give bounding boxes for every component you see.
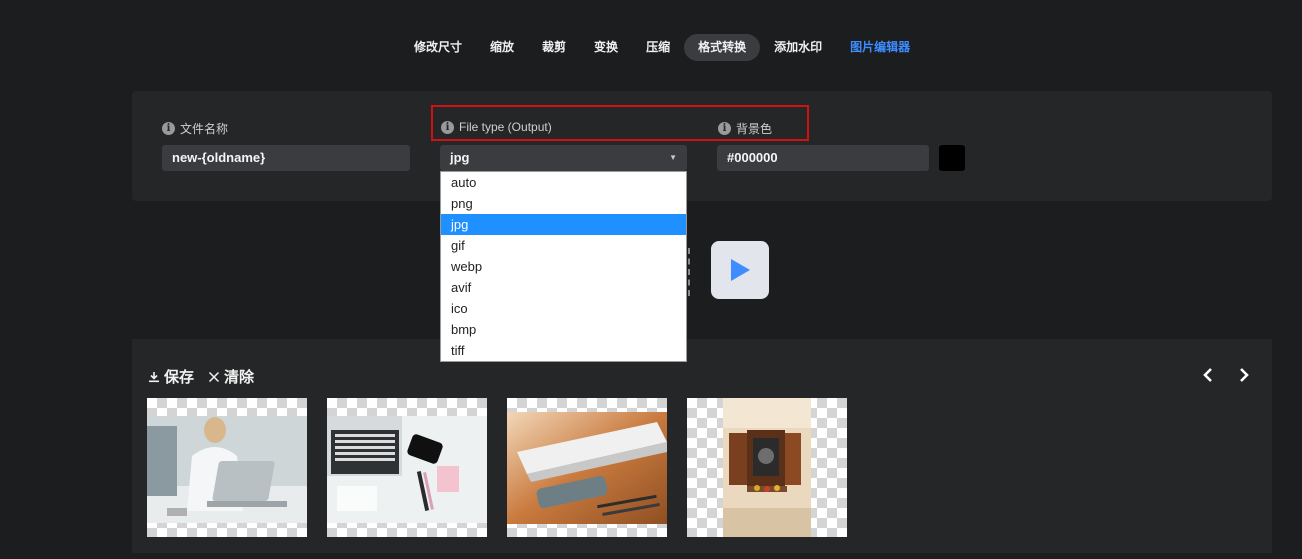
photo-laptop-closeup: [507, 412, 667, 524]
info-icon: i: [718, 122, 731, 135]
photo-desk-flatlay: [327, 416, 487, 523]
filename-input[interactable]: [162, 145, 410, 171]
pager: [1200, 365, 1252, 385]
tab-watermark[interactable]: 添加水印: [760, 34, 836, 61]
filetype-select[interactable]: jpg ▼: [440, 145, 687, 171]
save-label: 保存: [164, 369, 195, 386]
play-icon: [731, 259, 750, 281]
caret-down-icon: ▼: [669, 153, 677, 162]
output-toolbar: 保存 清除: [148, 366, 254, 387]
tab-resize[interactable]: 修改尺寸: [400, 34, 476, 61]
filetype-label: File type (Output): [459, 120, 552, 134]
photo-rustic-window: [723, 398, 811, 537]
info-icon: i: [162, 122, 175, 135]
option-auto[interactable]: auto: [441, 172, 686, 193]
option-tiff[interactable]: tiff: [441, 340, 686, 361]
bgcolor-input[interactable]: [717, 145, 929, 171]
tab-image-editor[interactable]: 图片编辑器: [836, 34, 924, 61]
option-gif[interactable]: gif: [441, 235, 686, 256]
output-panel: 保存 清除: [132, 339, 1272, 553]
image-thumbnail[interactable]: [327, 398, 487, 537]
download-icon: [149, 371, 159, 382]
filetype-value: jpg: [450, 150, 470, 165]
tab-crop[interactable]: 裁剪: [528, 34, 580, 61]
bgcolor-label: 背景色: [736, 122, 773, 136]
option-avif[interactable]: avif: [441, 277, 686, 298]
top-nav: 修改尺寸 缩放 裁剪 变换 压缩 格式转换 添加水印 图片编辑器: [400, 34, 924, 61]
chevron-left-icon[interactable]: [1200, 365, 1216, 385]
option-ico[interactable]: ico: [441, 298, 686, 319]
save-button[interactable]: 保存: [148, 366, 194, 387]
tab-transform[interactable]: 变换: [580, 34, 632, 61]
tab-scale[interactable]: 缩放: [476, 34, 528, 61]
photo-woman-laptop: [147, 416, 307, 523]
option-webp[interactable]: webp: [441, 256, 686, 277]
filetype-dropdown: auto png jpg gif webp avif ico bmp tiff: [440, 171, 687, 362]
clear-label: 清除: [224, 369, 255, 386]
color-swatch[interactable]: [939, 145, 965, 171]
run-button[interactable]: [711, 241, 769, 299]
info-icon: i: [441, 120, 454, 134]
filename-label-row: i 文件名称: [162, 120, 228, 137]
option-bmp[interactable]: bmp: [441, 319, 686, 340]
image-thumbnail[interactable]: [687, 398, 847, 537]
bgcolor-label-row: i 背景色: [718, 120, 772, 137]
tab-convert-format[interactable]: 格式转换: [684, 34, 761, 61]
image-thumbnail[interactable]: [147, 398, 307, 537]
filetype-label-row: i File type (Output): [441, 120, 552, 134]
image-thumbnail[interactable]: [507, 398, 667, 537]
tab-compress[interactable]: 压缩: [632, 34, 684, 61]
chevron-right-icon[interactable]: [1236, 365, 1252, 385]
clear-button[interactable]: 清除: [208, 366, 254, 387]
option-jpg[interactable]: jpg: [441, 214, 686, 235]
settings-panel: i 文件名称 i File type (Output) jpg ▼ i 背景色: [132, 91, 1272, 201]
filename-label: 文件名称: [180, 122, 229, 136]
option-png[interactable]: png: [441, 193, 686, 214]
close-icon: [208, 371, 220, 382]
thumbnail-list: [147, 398, 847, 537]
